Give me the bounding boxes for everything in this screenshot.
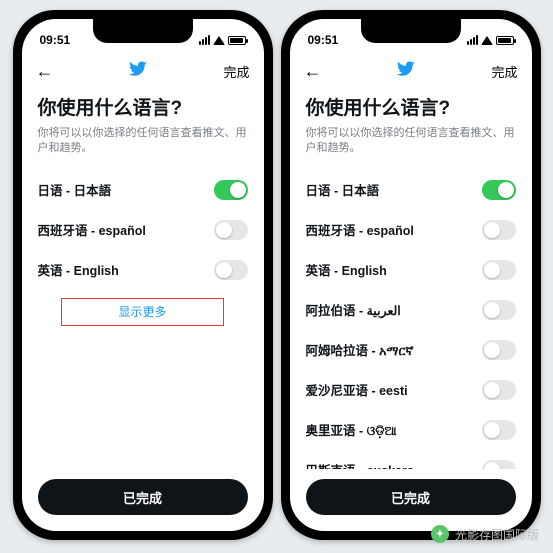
language-toggle[interactable] (482, 300, 516, 320)
done-button[interactable]: 已完成 (38, 479, 248, 515)
language-row[interactable]: 阿姆哈拉语 - አማርኛ (306, 330, 516, 370)
language-toggle[interactable] (482, 260, 516, 280)
language-row[interactable]: 日语 - 日本語 (306, 170, 516, 210)
language-row[interactable]: 爱沙尼亚语 - eesti (306, 370, 516, 410)
screen: 09:51 ← 完成 你使用什么语言? 你将可以以你选择的任何语言查看推文、用户… (290, 19, 532, 531)
language-label: 西班牙语 - español (306, 220, 414, 239)
battery-icon (228, 36, 246, 45)
phone-left: 09:51 ← 完成 你使用什么语言? 你将可以以你选择的任何语言查看推文、用户… (13, 10, 273, 540)
language-label: 奥里亚语 - ଓଡ଼ିଆ (306, 420, 397, 439)
show-more-button[interactable]: 显示更多 (94, 297, 190, 327)
signal-icon (199, 35, 210, 45)
nav-bar: ← 完成 (290, 53, 532, 89)
footer: 已完成 (290, 469, 532, 531)
page-subtitle: 你将可以以你选择的任何语言查看推文、用户和趋势。 (306, 126, 516, 156)
watermark: ✦ 光影存图国际版 (431, 525, 539, 543)
language-label: 日语 - 日本語 (38, 180, 112, 199)
language-row[interactable]: 西班牙语 - español (38, 210, 248, 250)
language-toggle[interactable] (482, 380, 516, 400)
back-button[interactable]: ← (304, 61, 322, 82)
back-button[interactable]: ← (36, 61, 54, 82)
status-time: 09:51 (308, 33, 339, 47)
language-toggle[interactable] (482, 420, 516, 440)
wifi-icon (481, 36, 493, 45)
language-list[interactable]: 日语 - 日本語西班牙语 - español 英语 - English 阿拉伯语 -… (306, 170, 516, 469)
page-title: 你使用什么语言? (306, 93, 516, 120)
nav-bar: ← 完成 (22, 53, 264, 89)
wechat-icon: ✦ (431, 525, 449, 543)
language-row[interactable]: 西班牙语 - español (306, 210, 516, 250)
language-row[interactable]: 奥里亚语 - ଓଡ଼ିଆ (306, 410, 516, 450)
language-list: 日语 - 日本語 西班牙语 - español 英语 - English 显示更… (38, 170, 248, 469)
nav-done-button[interactable]: 完成 (223, 62, 249, 81)
language-label: 英语 - English (38, 260, 119, 279)
language-row[interactable]: 阿拉伯语 - العربية (306, 290, 516, 330)
language-toggle[interactable] (214, 180, 248, 200)
content: 你使用什么语言? 你将可以以你选择的任何语言查看推文、用户和趋势。 日语 - 日… (290, 89, 532, 469)
language-label: 阿拉伯语 - العربية (306, 300, 401, 319)
status-time: 09:51 (40, 33, 71, 47)
footer: 已完成 (22, 469, 264, 531)
page-title: 你使用什么语言? (38, 93, 248, 120)
language-label: 爱沙尼亚语 - eesti (306, 380, 408, 399)
done-button[interactable]: 已完成 (306, 479, 516, 515)
content: 你使用什么语言? 你将可以以你选择的任何语言查看推文、用户和趋势。 日语 - 日… (22, 89, 264, 469)
language-toggle[interactable] (214, 260, 248, 280)
highlight-box: 显示更多 (61, 298, 223, 326)
page-subtitle: 你将可以以你选择的任何语言查看推文、用户和趋势。 (38, 126, 248, 156)
battery-icon (496, 36, 514, 45)
twitter-logo-icon (128, 59, 148, 84)
screen: 09:51 ← 完成 你使用什么语言? 你将可以以你选择的任何语言查看推文、用户… (22, 19, 264, 531)
language-row[interactable]: 日语 - 日本語 (38, 170, 248, 210)
language-toggle[interactable] (482, 220, 516, 240)
language-toggle[interactable] (482, 460, 516, 469)
twitter-logo-icon (396, 59, 416, 84)
wifi-icon (213, 36, 225, 45)
status-indicators (467, 35, 514, 45)
language-label: 巴斯克语 - euskara (306, 460, 414, 469)
language-toggle[interactable] (214, 220, 248, 240)
phone-right: 09:51 ← 完成 你使用什么语言? 你将可以以你选择的任何语言查看推文、用户… (281, 10, 541, 540)
language-row[interactable]: 英语 - English (306, 250, 516, 290)
status-indicators (199, 35, 246, 45)
language-label: 阿姆哈拉语 - አማርኛ (306, 340, 414, 359)
nav-done-button[interactable]: 完成 (491, 62, 517, 81)
notch (361, 19, 461, 43)
watermark-text: 光影存图国际版 (455, 526, 539, 543)
language-toggle[interactable] (482, 340, 516, 360)
signal-icon (467, 35, 478, 45)
language-toggle[interactable] (482, 180, 516, 200)
language-label: 西班牙语 - español (38, 220, 146, 239)
language-row[interactable]: 英语 - English (38, 250, 248, 290)
language-row[interactable]: 巴斯克语 - euskara (306, 450, 516, 469)
language-label: 日语 - 日本語 (306, 180, 380, 199)
notch (93, 19, 193, 43)
language-label: 英语 - English (306, 260, 387, 279)
